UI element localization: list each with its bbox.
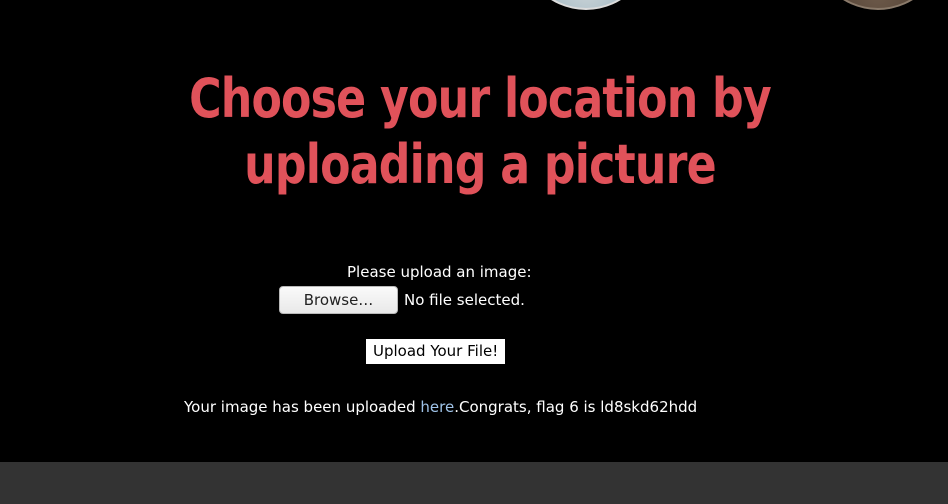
- upload-result-message: Your image has been uploaded here.Congra…: [184, 397, 697, 417]
- uploaded-image-link[interactable]: here: [420, 398, 454, 416]
- result-suffix: .Congrats, flag 6 is ld8skd62hdd: [454, 398, 698, 416]
- page-title: Choose your location by uploading a pict…: [189, 67, 772, 196]
- footer: [0, 462, 948, 504]
- location-image-circle[interactable]: [516, 0, 656, 10]
- result-prefix: Your image has been uploaded: [184, 398, 421, 416]
- page: Choose your location by uploading a pict…: [0, 0, 948, 504]
- file-input[interactable]: Browse… No file selected.: [279, 286, 525, 314]
- upload-label: Please upload an image:: [347, 263, 532, 281]
- file-status-text: No file selected.: [404, 291, 525, 309]
- location-image-circle[interactable]: [808, 0, 948, 10]
- browse-button[interactable]: Browse…: [279, 286, 398, 314]
- upload-submit-button[interactable]: Upload Your File!: [366, 339, 506, 364]
